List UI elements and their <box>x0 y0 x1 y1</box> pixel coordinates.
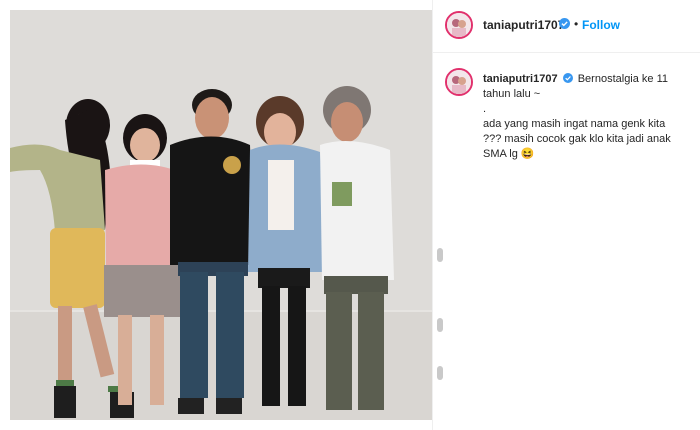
caption-text: taniaputri1707 Bernostalgia ke 11 tahun … <box>483 72 683 162</box>
verified-badge-icon <box>562 73 573 83</box>
verified-badge-icon <box>559 18 570 29</box>
caption-line-body: ada yang masih ingat nama genk kita ??? … <box>483 118 671 160</box>
caption-avatar[interactable] <box>445 68 473 96</box>
caption-line-dot: . <box>483 103 487 115</box>
instagram-post-view: taniaputri1707 • Follow taniaputri1707 B… <box>0 0 700 430</box>
avatar-image <box>447 13 471 37</box>
scroll-indicator <box>437 318 443 332</box>
post-side-panel: taniaputri1707 • Follow taniaputri1707 B… <box>433 0 700 430</box>
post-photo[interactable] <box>10 10 432 420</box>
scroll-indicator <box>437 248 443 262</box>
follow-button[interactable]: Follow <box>582 18 620 32</box>
header-username[interactable]: taniaputri1707 <box>483 18 564 32</box>
separator-dot: • <box>574 17 579 31</box>
avatar-image <box>447 70 471 94</box>
post-header: taniaputri1707 • Follow <box>433 0 700 53</box>
caption-username[interactable]: taniaputri1707 <box>483 73 558 85</box>
user-avatar[interactable] <box>445 11 473 39</box>
group-photo-illustration <box>10 10 432 420</box>
scroll-indicator <box>437 366 443 380</box>
